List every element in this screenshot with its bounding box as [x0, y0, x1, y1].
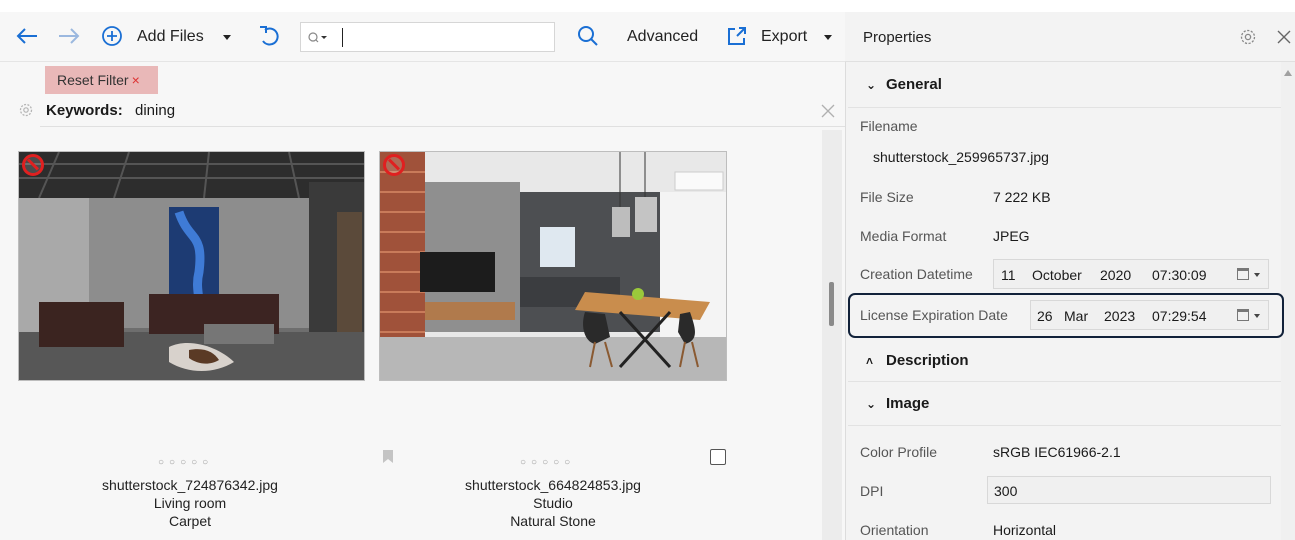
creation-datetime-label: Creation Datetime	[860, 266, 973, 282]
creation-day[interactable]: 11	[1001, 266, 1016, 284]
gear-icon[interactable]	[1239, 28, 1257, 46]
item-filename: shutterstock_664824853.jpg	[465, 477, 641, 493]
item-caption: shutterstock_664824853.jpg Studio Natura…	[383, 476, 723, 530]
select-checkbox[interactable]	[710, 449, 726, 465]
bookmark-icon[interactable]	[382, 449, 394, 464]
search-input[interactable]	[300, 22, 555, 52]
close-filter-icon[interactable]	[820, 103, 836, 119]
chevron-down-icon: ⌄	[866, 397, 877, 411]
mediaformat-value: JPEG	[993, 228, 1030, 244]
mediaformat-label: Media Format	[860, 228, 947, 244]
color-profile-label: Color Profile	[860, 444, 938, 460]
thumbnail-image[interactable]	[379, 151, 727, 381]
license-expiration-label: License Expiration Date	[860, 307, 1008, 323]
orientation-label: Orientation	[860, 522, 929, 538]
rating-stars[interactable]: ○○○○○	[158, 457, 213, 468]
creation-time[interactable]: 07:30:09	[1152, 266, 1207, 284]
section-description[interactable]: ˄ Description	[866, 351, 969, 371]
item-line2: Living room	[153, 495, 227, 511]
calendar-icon[interactable]	[1237, 268, 1249, 280]
search-options-icon[interactable]	[307, 31, 329, 45]
plus-circle-icon[interactable]	[100, 24, 124, 48]
license-time[interactable]: 07:29:54	[1152, 307, 1207, 325]
dpi-field[interactable]: 300	[987, 476, 1271, 504]
item-line3: Carpet	[168, 513, 212, 529]
no-entry-icon	[383, 154, 405, 176]
dpi-label: DPI	[860, 483, 884, 499]
license-month[interactable]: Mar	[1064, 307, 1088, 325]
license-expiration-field[interactable]: 26 Mar 2023 07:29:54	[1030, 300, 1269, 330]
creation-month[interactable]: October	[1032, 266, 1082, 284]
item-line2: Studio	[533, 495, 573, 511]
scrollbar-track[interactable]	[822, 130, 842, 540]
add-files-dropdown-icon[interactable]	[223, 35, 231, 40]
filesize-value: 7 222 KB	[993, 189, 1051, 205]
scroll-up-icon[interactable]	[1284, 70, 1292, 76]
thumbnail-image[interactable]	[18, 151, 365, 381]
calendar-icon[interactable]	[1237, 309, 1249, 321]
reset-filter-label: Reset Filter	[57, 72, 129, 88]
section-general[interactable]: ⌄ General	[866, 75, 942, 95]
magnifier-icon[interactable]	[575, 23, 601, 49]
dpi-value[interactable]: 300	[994, 482, 1017, 500]
rating-stars[interactable]: ○○○○○	[520, 457, 575, 468]
export-dropdown-icon[interactable]	[824, 35, 832, 40]
export-icon[interactable]	[724, 23, 750, 49]
gear-icon[interactable]	[18, 102, 34, 118]
creation-year[interactable]: 2020	[1100, 266, 1131, 284]
chevron-down-icon: ⌄	[866, 78, 877, 92]
divider	[848, 107, 1281, 108]
calendar-dropdown-icon[interactable]	[1254, 314, 1260, 318]
section-image[interactable]: ⌄ Image	[866, 394, 929, 414]
reset-filter-button[interactable]: Reset Filter ×	[45, 66, 158, 94]
item-line3: Natural Stone	[510, 513, 596, 529]
keywords-label: Keywords:	[46, 102, 123, 119]
filename-value: shutterstock_259965737.jpg	[873, 149, 1049, 165]
filesize-label: File Size	[860, 189, 914, 205]
toolbar: Add Files Advanced Export	[0, 12, 845, 62]
color-profile-value: sRGB IEC61966-2.1	[993, 444, 1121, 460]
filter-divider	[40, 126, 845, 127]
undo-icon[interactable]	[256, 23, 282, 49]
add-files-button[interactable]: Add Files	[137, 27, 204, 47]
calendar-dropdown-icon[interactable]	[1254, 273, 1260, 277]
properties-title: Properties	[863, 29, 932, 46]
creation-datetime-field[interactable]: 11 October 2020 07:30:09	[993, 259, 1269, 289]
orientation-value: Horizontal	[993, 522, 1057, 538]
export-button[interactable]: Export	[761, 27, 807, 47]
divider	[848, 425, 1281, 426]
text-cursor	[342, 28, 343, 47]
item-filename: shutterstock_724876342.jpg	[102, 477, 278, 493]
reset-filter-close-icon[interactable]: ×	[132, 72, 140, 88]
close-icon[interactable]	[1276, 29, 1292, 45]
no-entry-icon	[22, 154, 44, 176]
section-description-title: Description	[886, 352, 969, 369]
license-day[interactable]: 26	[1037, 307, 1053, 325]
divider	[848, 381, 1281, 382]
section-general-title: General	[886, 76, 942, 93]
filename-label: Filename	[860, 118, 918, 134]
chevron-up-icon: ˄	[866, 354, 874, 368]
arrow-left-icon[interactable]	[14, 23, 40, 49]
section-image-title: Image	[886, 395, 930, 412]
license-year[interactable]: 2023	[1104, 307, 1135, 325]
scrollbar-thumb[interactable]	[829, 282, 834, 326]
keywords-value[interactable]: dining	[135, 101, 175, 121]
arrow-right-icon[interactable]	[56, 23, 82, 49]
advanced-button[interactable]: Advanced	[627, 27, 698, 47]
item-caption: shutterstock_724876342.jpg Living room C…	[20, 476, 360, 530]
